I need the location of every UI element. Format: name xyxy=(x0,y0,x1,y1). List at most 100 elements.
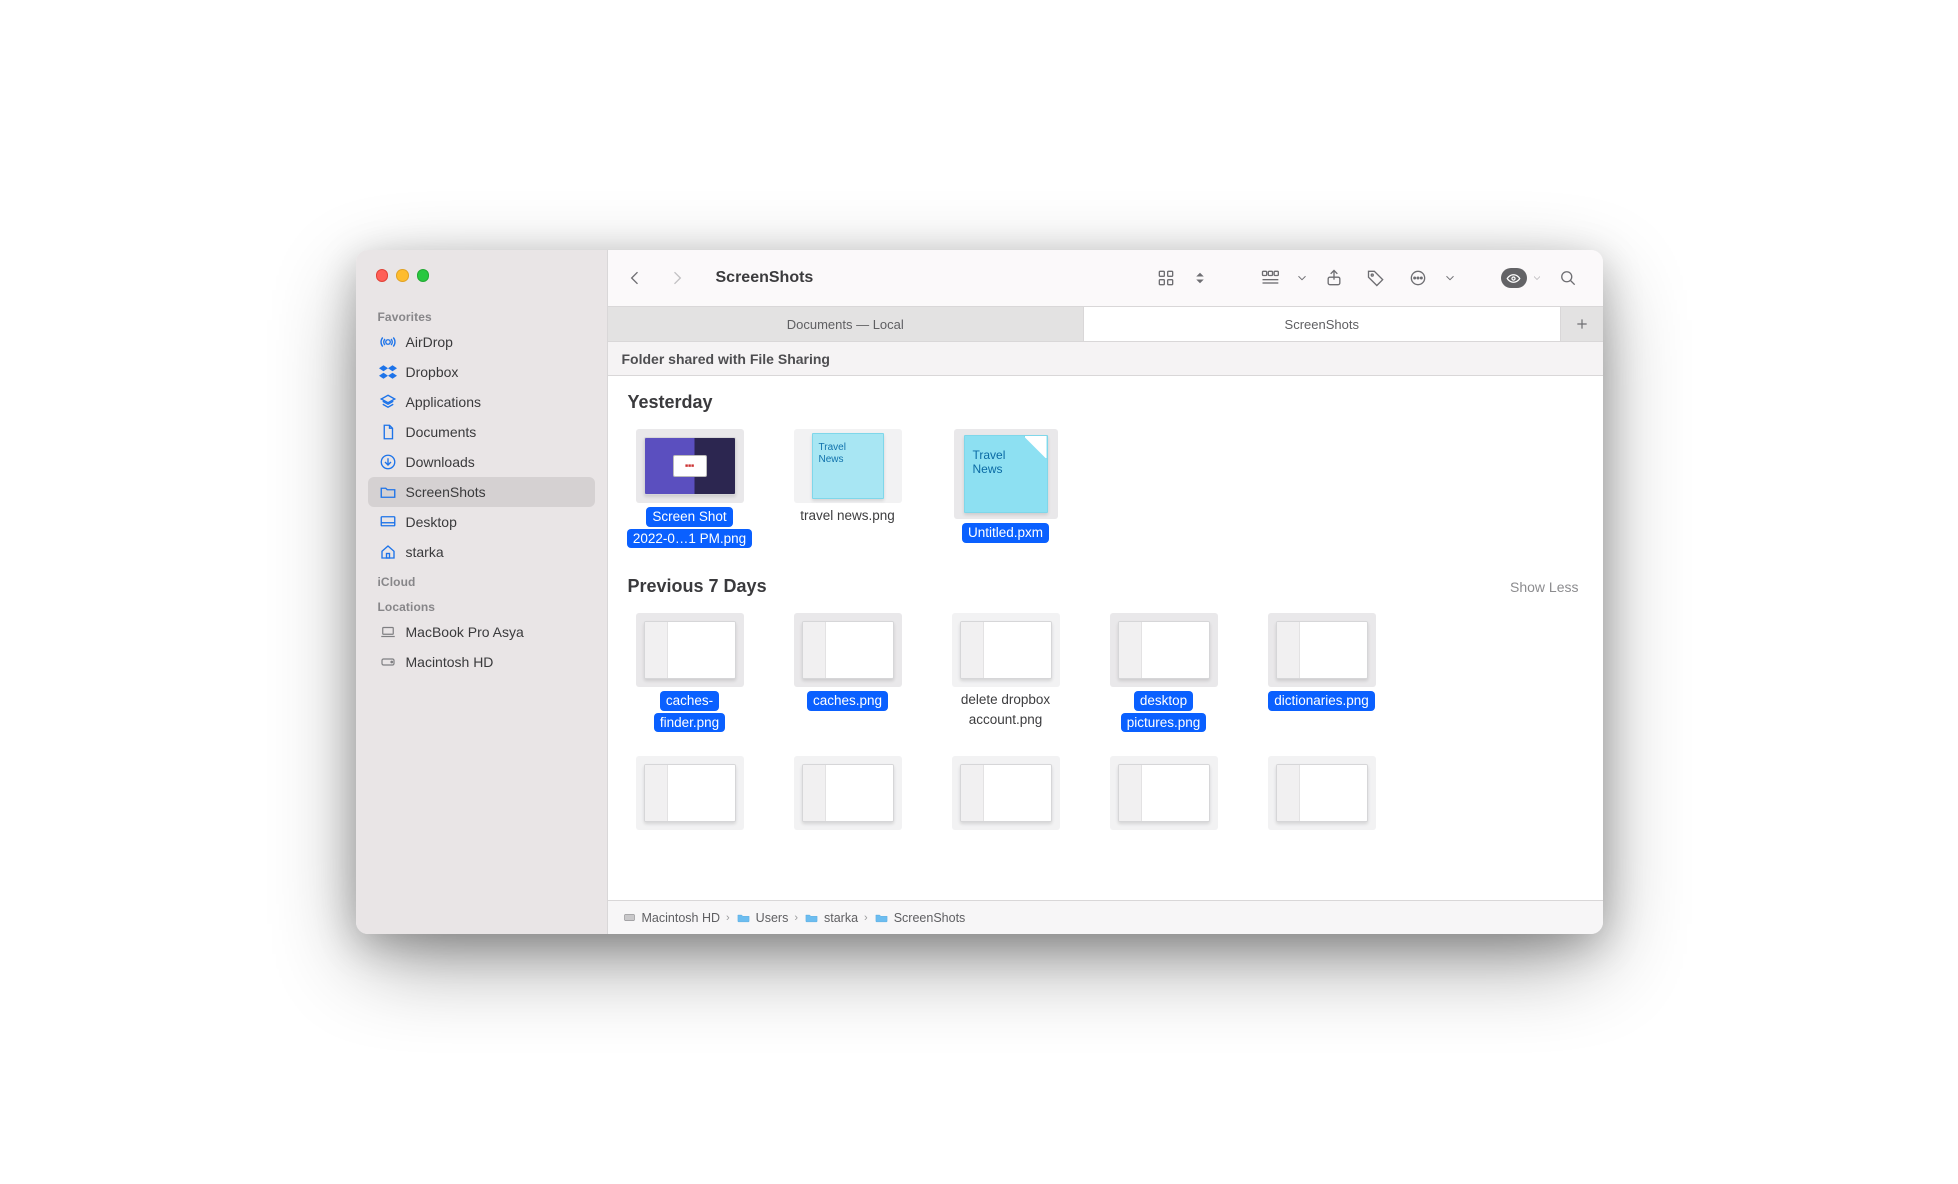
path-bar[interactable]: Macintosh HD › Users › starka › ScreenShots xyxy=(608,900,1603,934)
back-button[interactable] xyxy=(618,261,652,295)
sidebar-item-airdrop[interactable]: AirDrop xyxy=(368,327,595,357)
chevron-right-icon: › xyxy=(794,912,798,924)
chevron-right-icon: › xyxy=(864,912,868,924)
desktop-icon xyxy=(378,512,398,532)
path-segment[interactable]: Macintosh HD xyxy=(622,910,721,925)
file-item[interactable]: TravelNews travel news.png xyxy=(784,429,912,548)
sidebar-section-label: Favorites xyxy=(366,302,597,327)
hdd-icon xyxy=(622,910,637,925)
sidebar-section-label: Locations xyxy=(366,592,597,617)
more-actions-button[interactable] xyxy=(1401,261,1435,295)
sidebar-item-label: Downloads xyxy=(406,455,475,469)
path-segment[interactable]: starka xyxy=(804,910,858,925)
file-item[interactable]: dictionaries.png xyxy=(1258,613,1386,732)
file-label: Screen Shot2022-0…1 PM.png xyxy=(627,507,752,548)
dropbox-icon xyxy=(378,362,398,382)
close-window-button[interactable] xyxy=(376,269,389,282)
tab-label: ScreenShots xyxy=(1285,317,1359,332)
sidebar-item-macintosh-hd[interactable]: Macintosh HD xyxy=(368,647,595,677)
file-thumbnail xyxy=(952,613,1060,687)
file-item[interactable]: delete dropboxaccount.png xyxy=(942,613,1070,732)
file-thumbnail: TravelNews xyxy=(954,429,1058,519)
sidebar-item-label: Applications xyxy=(406,395,482,409)
file-grid: ■■■Screen Shot2022-0…1 PM.png TravelNews t… xyxy=(626,419,1585,572)
folder-sys-icon xyxy=(874,910,889,925)
disk-icon xyxy=(378,652,398,672)
folder-sys-icon xyxy=(804,910,819,925)
path-segment[interactable]: ScreenShots xyxy=(874,910,966,925)
file-thumbnail xyxy=(952,756,1060,830)
file-item[interactable] xyxy=(942,756,1070,830)
file-label: caches.png xyxy=(807,691,888,711)
sidebar-item-macbook-pro-asya[interactable]: MacBook Pro Asya xyxy=(368,617,595,647)
file-item[interactable] xyxy=(626,756,754,830)
path-segment[interactable]: Users xyxy=(736,910,789,925)
file-item[interactable] xyxy=(784,756,912,830)
sidebar-item-screenshots[interactable]: ScreenShots xyxy=(368,477,595,507)
sidebar-item-downloads[interactable]: Downloads xyxy=(368,447,595,477)
sidebar-item-label: AirDrop xyxy=(406,335,453,349)
finder-window: Favorites AirDrop Dropbox Applications Docum… xyxy=(356,250,1603,934)
more-actions-chevron[interactable] xyxy=(1443,261,1457,295)
file-thumbnail xyxy=(636,613,744,687)
search-button[interactable] xyxy=(1551,261,1585,295)
file-thumbnail xyxy=(1268,756,1376,830)
group-toggle[interactable]: Show Less xyxy=(1510,579,1578,595)
downloads-icon xyxy=(378,452,398,472)
file-thumbnail xyxy=(1110,756,1218,830)
file-thumbnail xyxy=(1268,613,1376,687)
group-title: Yesterday xyxy=(628,392,713,413)
sidebar-item-applications[interactable]: Applications xyxy=(368,387,595,417)
documents-icon xyxy=(378,422,398,442)
file-item[interactable]: TravelNewsUntitled.pxm xyxy=(942,429,1070,548)
file-thumbnail xyxy=(794,756,902,830)
file-item[interactable]: ■■■Screen Shot2022-0…1 PM.png xyxy=(626,429,754,548)
minimize-window-button[interactable] xyxy=(396,269,409,282)
sidebar-item-documents[interactable]: Documents xyxy=(368,417,595,447)
sidebar-item-desktop[interactable]: Desktop xyxy=(368,507,595,537)
group-header: Previous 7 Days Show Less xyxy=(626,572,1585,603)
airdrop-icon xyxy=(378,332,398,352)
file-thumbnail xyxy=(1110,613,1218,687)
laptop-icon xyxy=(378,622,398,642)
file-label: desktoppictures.png xyxy=(1121,691,1207,732)
file-item[interactable] xyxy=(1100,756,1228,830)
sidebar-item-starka[interactable]: starka xyxy=(368,537,595,567)
tags-button[interactable] xyxy=(1359,261,1393,295)
group-by-chevron[interactable] xyxy=(1295,261,1309,295)
sidebar-item-label: MacBook Pro Asya xyxy=(406,625,524,639)
sidebar-item-dropbox[interactable]: Dropbox xyxy=(368,357,595,387)
zoom-window-button[interactable] xyxy=(417,269,430,282)
preview-mode-button[interactable] xyxy=(1501,268,1543,288)
path-label: Macintosh HD xyxy=(642,911,721,925)
file-thumbnail: ■■■ xyxy=(636,429,744,503)
window-controls xyxy=(366,265,597,302)
file-item[interactable]: desktoppictures.png xyxy=(1100,613,1228,732)
chevron-right-icon: › xyxy=(726,912,730,924)
group-by-button[interactable] xyxy=(1253,261,1287,295)
new-tab-button[interactable] xyxy=(1561,307,1603,341)
icon-grid-scroll[interactable]: Yesterday ■■■Screen Shot2022-0…1 PM.png Tr… xyxy=(608,376,1603,900)
file-label: travel news.png xyxy=(800,507,895,525)
group-title: Previous 7 Days xyxy=(628,576,767,597)
content-area: Yesterday ■■■Screen Shot2022-0…1 PM.png Tr… xyxy=(608,376,1603,900)
sidebar-item-label: Dropbox xyxy=(406,365,459,379)
file-label: delete dropboxaccount.png xyxy=(961,691,1050,728)
view-mode-button[interactable] xyxy=(1149,261,1183,295)
file-thumbnail: TravelNews xyxy=(794,429,902,503)
file-item[interactable]: caches-finder.png xyxy=(626,613,754,732)
folder-sys-icon xyxy=(736,910,751,925)
applications-icon xyxy=(378,392,398,412)
forward-button[interactable] xyxy=(660,261,694,295)
file-thumbnail xyxy=(794,613,902,687)
view-mode-stepper[interactable] xyxy=(1191,261,1209,295)
tab-documents-local[interactable]: Documents — Local xyxy=(608,307,1085,341)
sidebar-item-label: Macintosh HD xyxy=(406,655,494,669)
sidebar: Favorites AirDrop Dropbox Applications Docum… xyxy=(356,250,608,934)
file-item[interactable] xyxy=(1258,756,1386,830)
tab-screenshots[interactable]: ScreenShots xyxy=(1084,307,1561,341)
share-button[interactable] xyxy=(1317,261,1351,295)
sharing-banner: Folder shared with File Sharing xyxy=(608,342,1603,376)
file-item[interactable]: caches.png xyxy=(784,613,912,732)
file-label: dictionaries.png xyxy=(1268,691,1375,711)
